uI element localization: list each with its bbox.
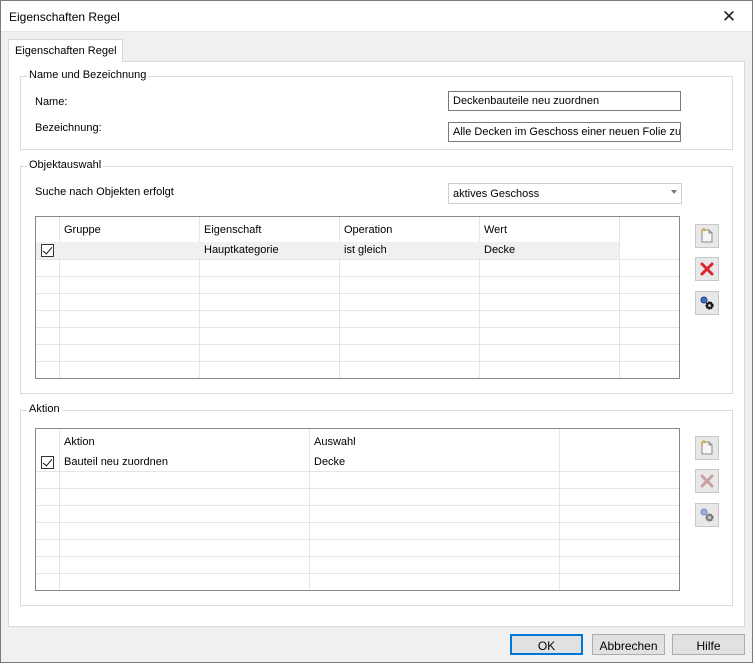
title-bar: Eigenschaften Regel ✕ [1, 1, 752, 32]
row-checkbox[interactable] [41, 244, 54, 257]
criteria-settings-button[interactable] [695, 291, 719, 315]
name-group: Name und Bezeichnung Name: Deckenbauteil… [20, 69, 733, 150]
gears-icon [700, 508, 714, 522]
column-header-auswahl[interactable]: Auswahl [309, 429, 559, 454]
action-group: Aktion Aktion Auswahl Bauteil neu zuordn… [20, 403, 733, 606]
column-header-operation[interactable]: Operation [339, 217, 479, 242]
name-input[interactable]: Deckenbauteile neu zuordnen [448, 91, 681, 111]
criteria-grid[interactable]: Gruppe Eigenschaft Operation Wert Hauptk… [35, 216, 680, 379]
cancel-button[interactable]: Abbrechen [592, 634, 665, 655]
close-icon[interactable]: ✕ [706, 1, 752, 32]
table-row[interactable]: Bauteil neu zuordnen Decke [36, 454, 559, 471]
object-selection-group: Objektauswahl Suche nach Objekten erfolg… [20, 159, 733, 394]
delete-criteria-button[interactable] [695, 257, 719, 281]
tab-eigenschaften-regel[interactable]: Eigenschaften Regel [8, 39, 123, 62]
column-header-gruppe[interactable]: Gruppe [59, 217, 199, 242]
search-scope-value: aktives Geschoss [453, 188, 540, 200]
action-settings-button[interactable] [695, 503, 719, 527]
cell-gruppe [59, 242, 64, 259]
search-label: Suche nach Objekten erfolgt [35, 186, 174, 198]
action-group-legend: Aktion [27, 403, 62, 415]
action-grid[interactable]: Aktion Auswahl Bauteil neu zuordnen Deck… [35, 428, 680, 591]
delete-action-button[interactable] [695, 469, 719, 493]
row-checkbox[interactable] [41, 456, 54, 469]
table-row[interactable]: Hauptkategorie ist gleich Decke [36, 242, 619, 259]
gears-icon [700, 296, 714, 310]
new-document-icon [701, 228, 713, 243]
dialog-window: Eigenschaften Regel ✕ Eigenschaften Rege… [0, 0, 753, 663]
description-input[interactable]: Alle Decken im Geschoss einer neuen Foli… [448, 122, 681, 142]
delete-icon [700, 474, 714, 488]
name-label: Name: [35, 96, 68, 108]
help-button[interactable]: Hilfe [672, 634, 745, 655]
ok-button[interactable]: OK [510, 634, 583, 655]
column-header-aktion[interactable]: Aktion [59, 429, 309, 454]
name-group-legend: Name und Bezeichnung [27, 69, 149, 81]
cell-operation: ist gleich [344, 244, 387, 256]
search-scope-select[interactable]: aktives Geschoss [448, 183, 682, 204]
object-selection-legend: Objektauswahl [27, 159, 104, 171]
new-document-icon [701, 440, 713, 455]
description-label: Bezeichnung: [35, 122, 102, 134]
cell-auswahl: Decke [314, 456, 346, 468]
cell-eigenschaft: Hauptkategorie [204, 244, 279, 256]
column-header-wert[interactable]: Wert [479, 217, 619, 242]
cell-aktion: Bauteil neu zuordnen [64, 456, 168, 468]
add-action-button[interactable] [695, 436, 719, 460]
column-header-eigenschaft[interactable]: Eigenschaft [199, 217, 339, 242]
add-criteria-button[interactable] [695, 224, 719, 248]
window-title: Eigenschaften Regel [9, 10, 120, 24]
cell-wert: Decke [484, 244, 516, 256]
delete-icon [700, 262, 714, 276]
tab-label: Eigenschaften Regel [15, 45, 117, 57]
tab-panel: Name und Bezeichnung Name: Deckenbauteil… [8, 61, 745, 627]
chevron-down-icon [671, 190, 677, 194]
